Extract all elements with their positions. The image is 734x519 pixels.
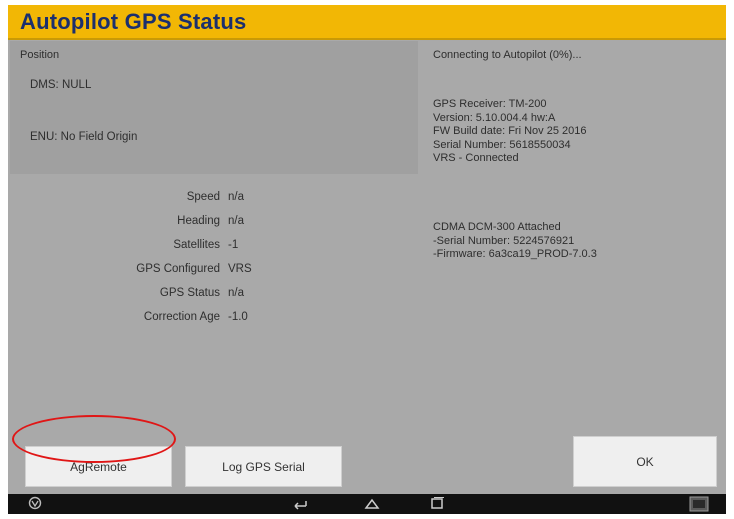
recents-icon[interactable] (429, 496, 445, 514)
ok-button[interactable]: OK (573, 436, 717, 487)
stat-label-gps-configured: GPS Configured (136, 263, 220, 275)
receiver-info: GPS Receiver: TM-200 Version: 5.10.004.4… (433, 98, 586, 166)
window-title: Autopilot GPS Status (20, 9, 247, 34)
back-icon[interactable] (291, 496, 309, 514)
app-window: Autopilot GPS Status Position DMS: NULL … (8, 5, 726, 514)
screenshot-icon[interactable] (689, 496, 709, 514)
enu-value: ENU: No Field Origin (30, 131, 138, 143)
position-heading: Position (20, 49, 60, 61)
receiver-model: GPS Receiver: TM-200 (433, 98, 547, 110)
receiver-serial: Serial Number: 5618550034 (433, 138, 571, 151)
stat-value-correction-age: -1.0 (228, 311, 248, 323)
position-panel (10, 41, 418, 174)
stat-label-gps-status: GPS Status (159, 287, 220, 299)
agremote-button[interactable]: AgRemote (25, 446, 172, 487)
connection-status: Connecting to Autopilot (0%)... (433, 49, 582, 61)
stat-label-speed: Speed (186, 191, 220, 203)
modem-info: CDMA DCM-300 Attached -Serial Number: 52… (433, 221, 597, 262)
stat-value-satellites: -1 (228, 239, 239, 251)
stat-label-correction-age: Correction Age (143, 311, 220, 323)
receiver-build-date: FW Build date: Fri Nov 25 2016 (433, 125, 587, 137)
stat-label-heading: Heading (177, 215, 220, 227)
trimble-globe-icon[interactable] (28, 496, 42, 514)
stat-value-gps-status: n/a (228, 287, 244, 299)
system-nav-bar (8, 494, 726, 514)
content-area: Position DMS: NULL ENU: No Field Origin … (8, 40, 726, 494)
home-icon[interactable] (364, 496, 380, 514)
stat-value-speed: n/a (228, 191, 244, 203)
modem-serial: -Serial Number: 5224576921 (433, 234, 575, 247)
stat-label-satellites: Satellites (173, 239, 220, 251)
dms-value: DMS: NULL (30, 79, 92, 91)
modem-firmware: -Firmware: 6a3ca19_PROD-7.0.3 (433, 248, 597, 260)
stat-value-gps-configured: VRS (228, 263, 252, 275)
receiver-vrs-status: VRS - Connected (433, 152, 519, 164)
log-gps-serial-button[interactable]: Log GPS Serial (185, 446, 342, 487)
receiver-version: Version: 5.10.004.4 hw:A (433, 111, 556, 124)
title-bar: Autopilot GPS Status (8, 5, 726, 40)
modem-model: CDMA DCM-300 Attached (433, 221, 561, 233)
stat-value-heading: n/a (228, 215, 244, 227)
